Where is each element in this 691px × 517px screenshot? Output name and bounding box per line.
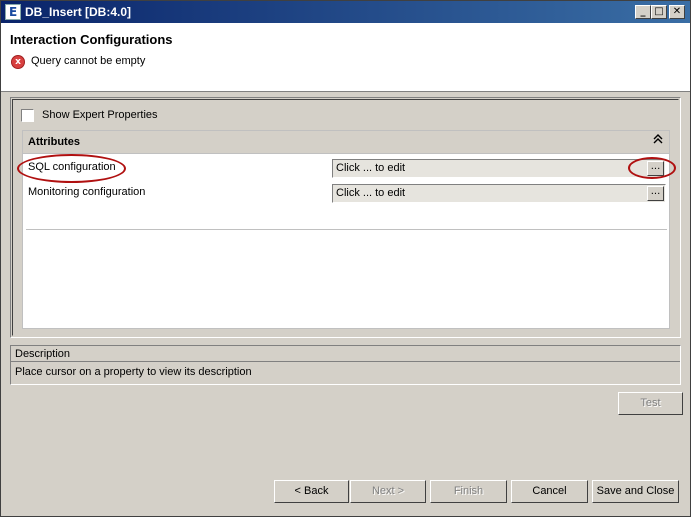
description-divider bbox=[11, 361, 680, 362]
attributes-title: Attributes bbox=[28, 136, 80, 148]
property-row-monitoring: Monitoring configuration Click ... to ed… bbox=[26, 182, 667, 204]
save-and-close-button[interactable]: Save and Close bbox=[592, 480, 679, 503]
edit-monitoring-button[interactable]: ... bbox=[647, 186, 664, 201]
property-value-monitoring[interactable]: Click ... to edit ... bbox=[332, 184, 666, 203]
dialog-header: Interaction Configurations x Query canno… bbox=[1, 23, 690, 92]
main-panel-inner: Show Expert Properties Attributes SQL co… bbox=[12, 99, 679, 336]
title-bar[interactable]: DB_Insert [DB:4.0] _ □ ✕ bbox=[1, 1, 690, 23]
app-icon bbox=[5, 4, 21, 20]
error-icon: x bbox=[11, 55, 25, 69]
description-text: Place cursor on a property to view its d… bbox=[15, 366, 252, 378]
attributes-section: Attributes SQL configuration Click ... t… bbox=[22, 130, 670, 329]
minimize-button[interactable]: _ bbox=[635, 5, 651, 19]
property-row-sql: SQL configuration Click ... to edit ... bbox=[26, 157, 667, 179]
property-label-sql: SQL configuration bbox=[28, 161, 116, 173]
property-label-monitoring: Monitoring configuration bbox=[28, 186, 146, 198]
next-button[interactable]: Next > bbox=[350, 480, 426, 503]
show-expert-label[interactable]: Show Expert Properties bbox=[42, 109, 158, 121]
main-panel: Show Expert Properties Attributes SQL co… bbox=[10, 97, 681, 338]
window-title: DB_Insert [DB:4.0] bbox=[25, 5, 132, 19]
maximize-button[interactable]: □ bbox=[651, 5, 667, 19]
property-value-sql[interactable]: Click ... to edit ... bbox=[332, 159, 666, 178]
description-title: Description bbox=[15, 348, 71, 360]
back-button[interactable]: < Back bbox=[274, 480, 349, 503]
page-title: Interaction Configurations bbox=[10, 32, 173, 47]
test-button[interactable]: Test bbox=[618, 392, 683, 415]
error-message: Query cannot be empty bbox=[31, 55, 146, 67]
property-value-text-sql: Click ... to edit bbox=[336, 162, 406, 174]
collapse-icon[interactable] bbox=[651, 134, 665, 148]
close-button[interactable]: ✕ bbox=[669, 5, 685, 19]
finish-button[interactable]: Finish bbox=[430, 480, 507, 503]
edit-sql-button[interactable]: ... bbox=[647, 161, 664, 176]
property-value-text-monitoring: Click ... to edit bbox=[336, 187, 406, 199]
property-table: SQL configuration Click ... to edit ... … bbox=[26, 157, 667, 230]
show-expert-checkbox[interactable] bbox=[21, 109, 34, 122]
attributes-header[interactable]: Attributes bbox=[23, 131, 669, 154]
dialog-window: DB_Insert [DB:4.0] _ □ ✕ Interaction Con… bbox=[0, 0, 691, 517]
cancel-button[interactable]: Cancel bbox=[511, 480, 588, 503]
description-panel: Description Place cursor on a property t… bbox=[10, 345, 681, 385]
